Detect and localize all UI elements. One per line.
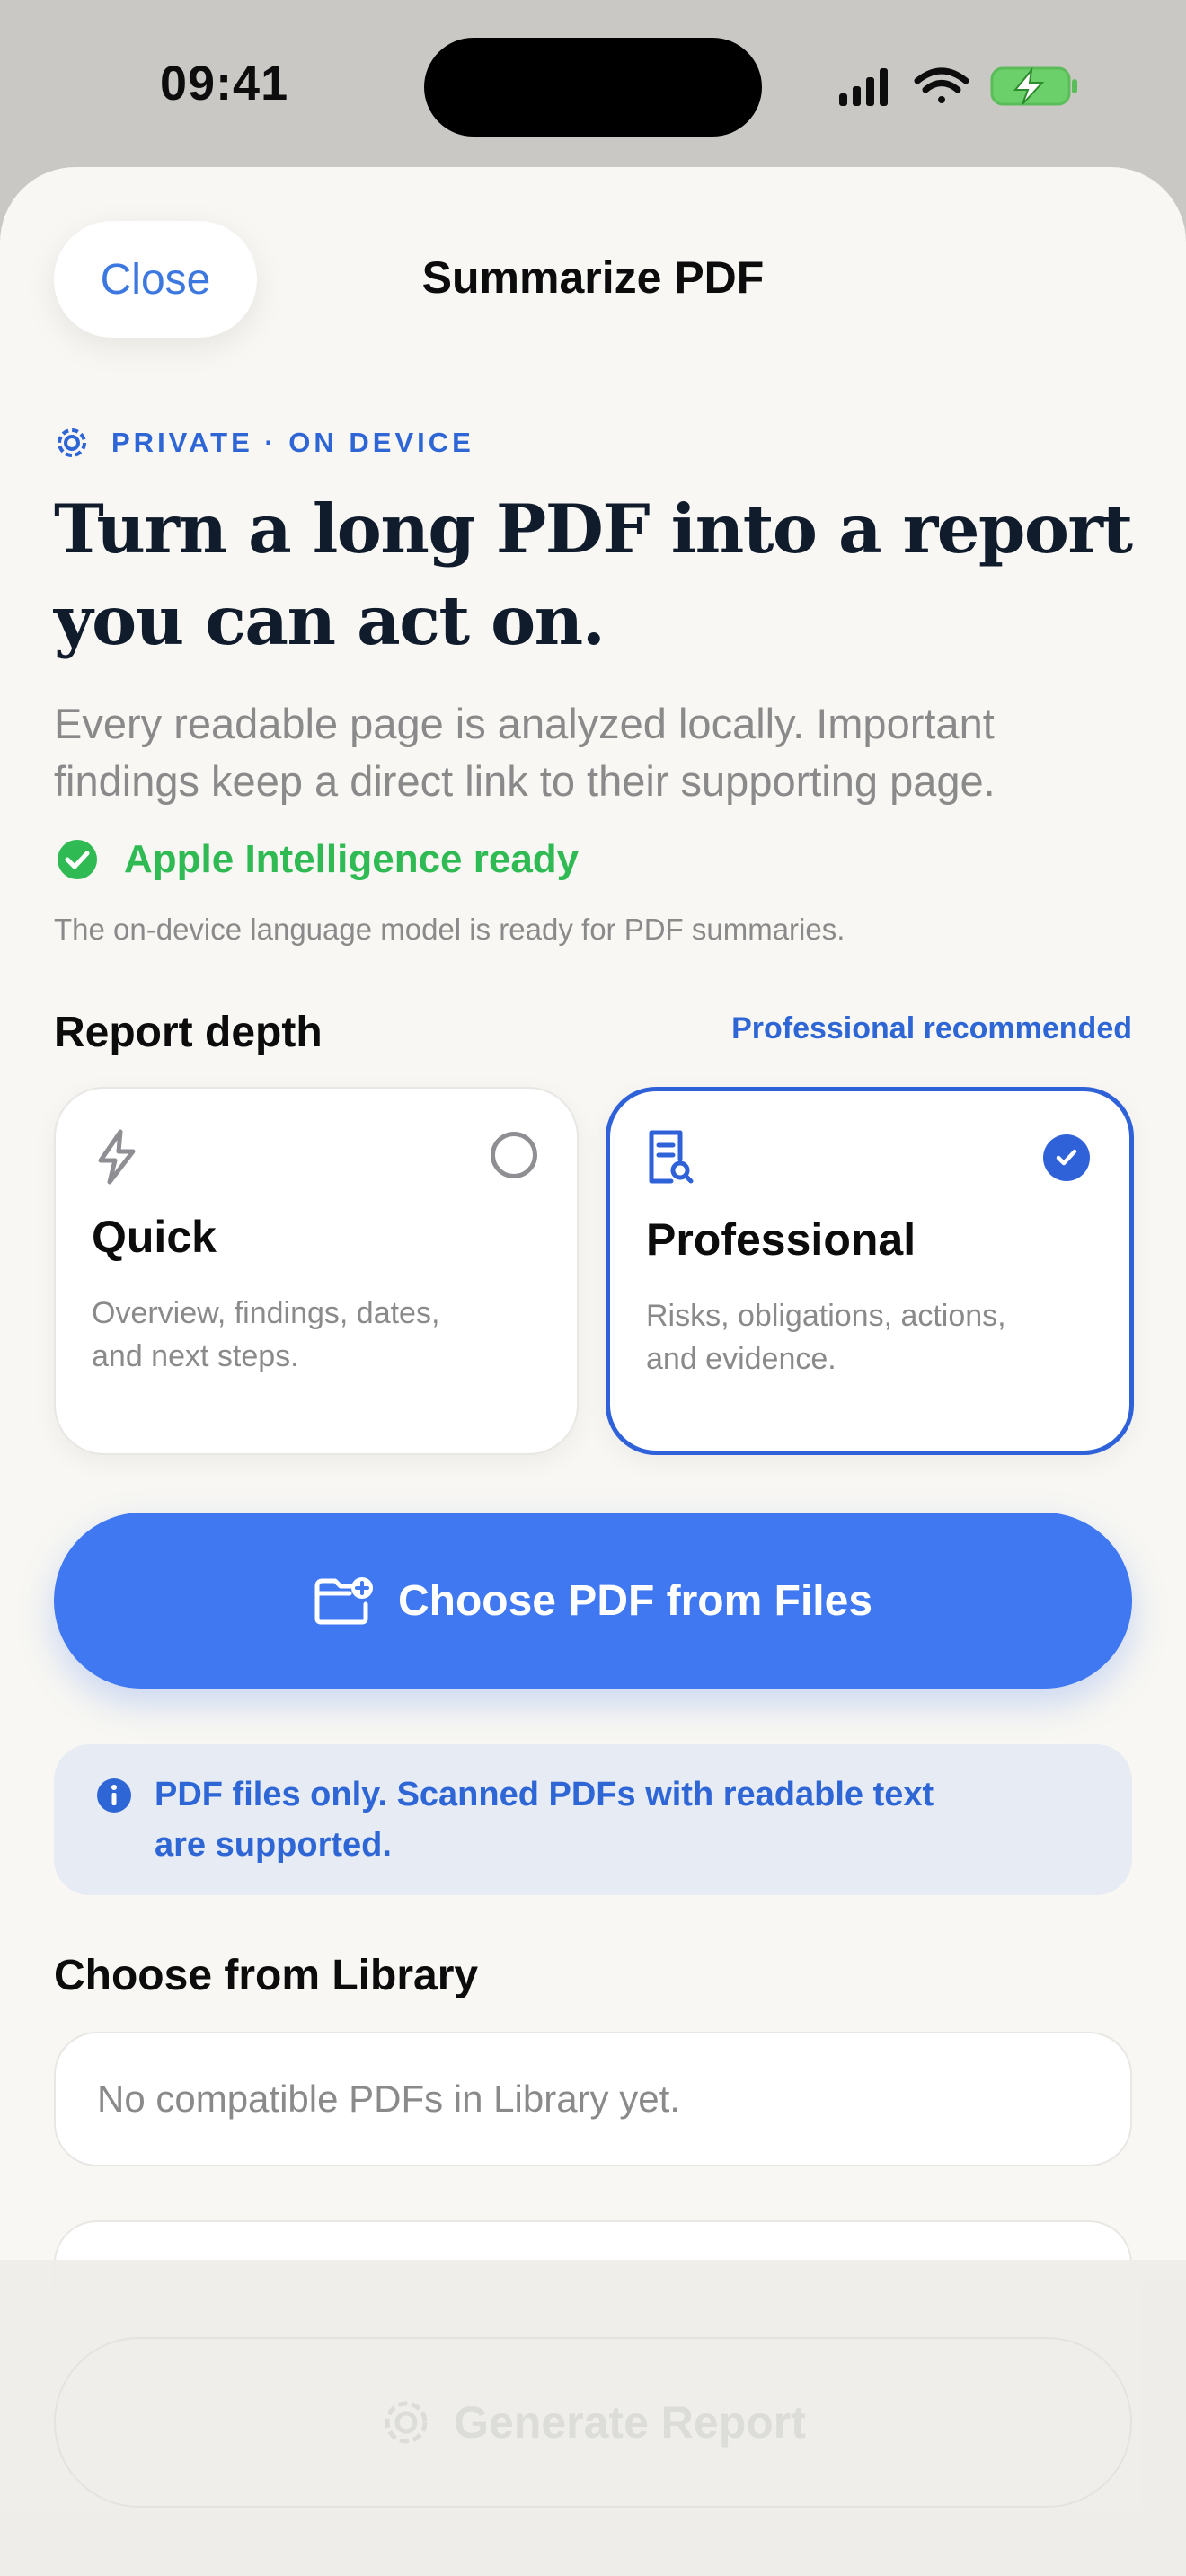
summarize-sheet: Close Summarize PDF PRIVATE · ON DEVICE … [0,167,1186,2576]
bolt-icon [98,1129,136,1185]
subhead-line-2: findings keep a direct link to their sup… [54,757,996,805]
recommendation-label: Professional recommended [731,1011,1132,1045]
checkmark-icon [1056,1149,1077,1166]
info-icon [97,1778,131,1813]
page-headline: Turn a long PDF into a report you can ac… [54,483,1150,666]
status-bar: 09:41 [0,0,1186,162]
dynamic-island [424,38,762,137]
headline-line-2: you can act on. [54,581,606,660]
checkmark-circle-icon [58,840,97,879]
option-title: Quick [92,1212,217,1262]
model-status-label: Apple Intelligence ready [124,837,580,881]
apple-intelligence-icon [385,2401,428,2444]
privacy-eyebrow: PRIVATE · ON DEVICE [54,420,474,465]
document-search-icon [649,1130,694,1184]
option-description-line-2: and evidence. [646,1342,836,1376]
depth-option-professional[interactable]: Professional Risks, obligations, actions… [606,1087,1134,1455]
generate-report-label: Generate Report [454,2397,806,2448]
subhead-line-1: Every readable page is analyzed locally.… [54,700,995,747]
library-empty-state: No compatible PDFs in Library yet. [54,2032,1132,2166]
notice-text: PDF files only. Scanned PDFs with readab… [155,1769,1053,1870]
model-status: Apple Intelligence ready [56,837,579,882]
generate-report-button[interactable]: Generate Report [54,2337,1132,2508]
headline-line-1: Turn a long PDF into a report [54,490,1133,569]
apple-intelligence-icon [58,428,86,457]
battery-charging-icon [990,66,1077,106]
choose-pdf-label: Choose PDF from Files [397,1576,873,1625]
model-status-note: The on-device language model is ready fo… [54,913,845,946]
radio-unselected[interactable] [491,1132,537,1178]
option-description: Overview, findings, dates, and next step… [92,1292,523,1378]
option-title: Professional [646,1214,916,1265]
choose-pdf-button[interactable]: Choose PDF from Files [54,1513,1132,1689]
report-depth-title: Report depth [54,1009,323,1056]
bottom-action-bar: Generate Report [0,2260,1186,2576]
radio-selected[interactable] [1043,1134,1090,1181]
file-type-notice: PDF files only. Scanned PDFs with readab… [54,1744,1132,1895]
cellular-signal-icon [839,68,888,106]
depth-option-quick[interactable]: Quick Overview, findings, dates, and nex… [54,1087,579,1455]
option-description: Risks, obligations, actions, and evidenc… [646,1294,1077,1381]
status-icons [839,66,1077,106]
page-subhead: Every readable page is analyzed locally.… [54,695,1159,810]
notice-line-1: PDF files only. Scanned PDFs with readab… [155,1776,934,1813]
eyebrow-label: PRIVATE · ON DEVICE [111,427,474,458]
library-title: Choose from Library [54,1952,479,1999]
folder-add-icon [314,1577,373,1625]
sheet-title: Summarize PDF [421,252,765,303]
status-time: 09:41 [160,57,289,110]
option-description-line-2: and next steps. [92,1339,299,1373]
notice-line-2: are supported. [155,1826,392,1864]
wifi-icon [914,67,969,103]
option-description-line-1: Risks, obligations, actions, [646,1299,1006,1333]
option-description-line-1: Overview, findings, dates, [92,1296,440,1330]
